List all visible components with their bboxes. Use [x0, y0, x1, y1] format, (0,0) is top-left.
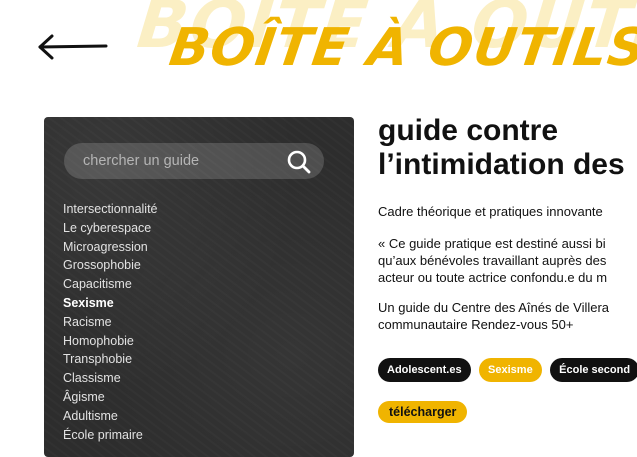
- topic-link-cyberespace[interactable]: Le cyberespace: [63, 219, 158, 238]
- topic-link-capacitisme[interactable]: Capacitisme: [63, 275, 158, 294]
- search-icon[interactable]: [286, 149, 312, 175]
- guide-detail: guide contre l’intimidation des Cadre th…: [378, 114, 637, 439]
- guide-quote: « Ce guide pratique est destiné aussi bi…: [378, 235, 607, 286]
- search-bar: [64, 143, 324, 179]
- guide-title: guide contre l’intimidation des: [378, 114, 637, 182]
- guide-title-line: l’intimidation des: [378, 148, 625, 181]
- guide-subtitle: Cadre théorique et pratiques innovante: [378, 204, 603, 219]
- source-line: communautaire Rendez-vous 50+: [378, 317, 574, 332]
- quote-line: « Ce guide pratique est destiné aussi bi: [378, 236, 606, 251]
- topic-list: Intersectionnalité Le cyberespace Microa…: [63, 200, 158, 444]
- download-button[interactable]: télécharger: [378, 401, 468, 423]
- guide-source: Un guide du Centre des Aînés de Villera …: [378, 299, 609, 333]
- search-input[interactable]: [64, 143, 283, 179]
- topic-link-agisme[interactable]: Âgisme: [63, 388, 158, 407]
- tag-sexisme[interactable]: Sexisme: [479, 358, 542, 382]
- topics-sidebar: Intersectionnalité Le cyberespace Microa…: [44, 117, 354, 457]
- topic-link-grossophobie[interactable]: Grossophobie: [63, 256, 158, 275]
- topic-link-homophobie[interactable]: Homophobie: [63, 332, 158, 351]
- topic-link-sexisme-active[interactable]: Sexisme: [63, 294, 158, 313]
- quote-line: acteur ou toute actrice confondu.e du m: [378, 270, 608, 285]
- guide-title-line: guide contre: [378, 114, 559, 147]
- topic-link-transphobie[interactable]: Transphobie: [63, 350, 158, 369]
- topic-link-adultisme[interactable]: Adultisme: [63, 407, 158, 426]
- topic-link-classisme[interactable]: Classisme: [63, 369, 158, 388]
- topic-link-ecole-primaire[interactable]: École primaire: [63, 426, 158, 445]
- page-title: BOÎTE À OUTILS: [165, 18, 637, 78]
- topic-link-intersectionnalite[interactable]: Intersectionnalité: [63, 200, 158, 219]
- tag-adolescents[interactable]: Adolescent.es: [378, 358, 471, 382]
- arrow-left-icon: [38, 34, 108, 60]
- quote-line: qu’aux bénévoles travaillant auprès des: [378, 253, 607, 268]
- topic-link-microagression[interactable]: Microagression: [63, 238, 158, 257]
- tag-list: Adolescent.es Sexisme École second: [378, 358, 637, 382]
- back-button[interactable]: [36, 30, 110, 64]
- tag-ecole-secondaire[interactable]: École second: [550, 358, 637, 382]
- topic-link-racisme[interactable]: Racisme: [63, 313, 158, 332]
- source-line: Un guide du Centre des Aînés de Villera: [378, 300, 610, 315]
